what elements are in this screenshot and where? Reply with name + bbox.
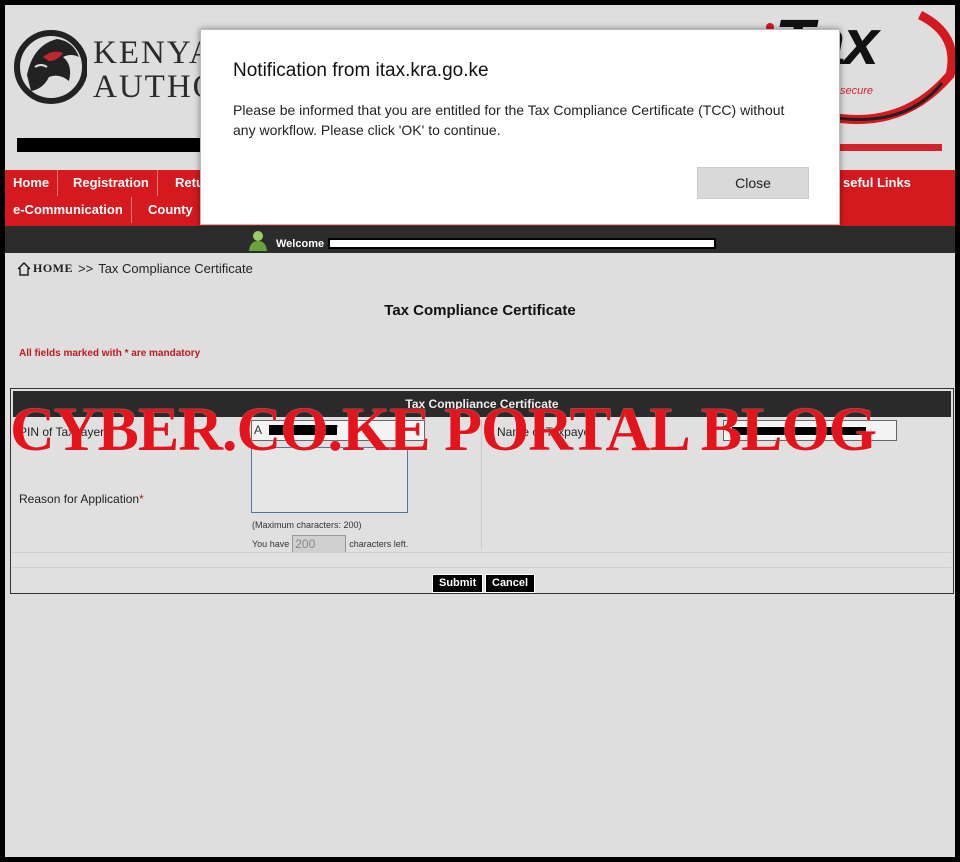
redacted-username [328, 238, 716, 249]
reason-label-text: Reason for Application [19, 492, 140, 506]
max-chars-hint: (Maximum characters: 200) [252, 520, 362, 530]
breadcrumb-separator: >> [78, 261, 94, 276]
welcome-bar: Welcome [5, 226, 955, 253]
browser-viewport: KENYA R AUTHOR Tax secure Home Registrat… [5, 5, 955, 857]
reason-label: Reason for Application* [19, 492, 144, 506]
row-divider [13, 567, 951, 568]
dialog-close-button[interactable]: Close [697, 167, 809, 199]
notification-dialog: Notification from itax.kra.go.ke Please … [200, 29, 840, 225]
you-have-text: You have [252, 539, 290, 549]
breadcrumb-current: Tax Compliance Certificate [98, 261, 253, 276]
home-icon [17, 261, 31, 276]
user-avatar-icon [249, 231, 267, 251]
breadcrumb-home-link[interactable]: HOME [33, 261, 73, 276]
watermark-text: CYBER.CO.KE PORTAL BLOG [10, 396, 877, 464]
submit-button[interactable]: Submit [432, 574, 484, 593]
nav-item-e-communication[interactable]: e-Communication [5, 197, 132, 223]
welcome-label: Welcome [276, 238, 325, 250]
nav-item-registration[interactable]: Registration [65, 170, 158, 196]
lion-logo-icon [14, 30, 87, 104]
nav-item-home[interactable]: Home [5, 170, 59, 196]
dialog-message: Please be informed that you are entitled… [233, 102, 785, 138]
dialog-title: Notification from itax.kra.go.ke [233, 60, 489, 81]
row-divider [13, 552, 951, 553]
required-mark: * [139, 492, 144, 506]
nav-item-county[interactable]: County [140, 197, 202, 223]
chars-left-row: You have 200 characters left. [252, 535, 408, 553]
chars-count-field: 200 [292, 535, 347, 553]
page-title: Tax Compliance Certificate [384, 302, 576, 319]
chars-left-text: characters left. [349, 539, 409, 549]
nav-item-useful-links[interactable]: seful Links [835, 170, 919, 196]
mandatory-note: All fields marked with * are mandatory [19, 348, 201, 359]
header-accent-bar [835, 144, 942, 151]
breadcrumb: HOME >> Tax Compliance Certificate [17, 261, 253, 276]
cancel-button[interactable]: Cancel [485, 574, 536, 593]
itax-tagline: secure [840, 85, 874, 97]
